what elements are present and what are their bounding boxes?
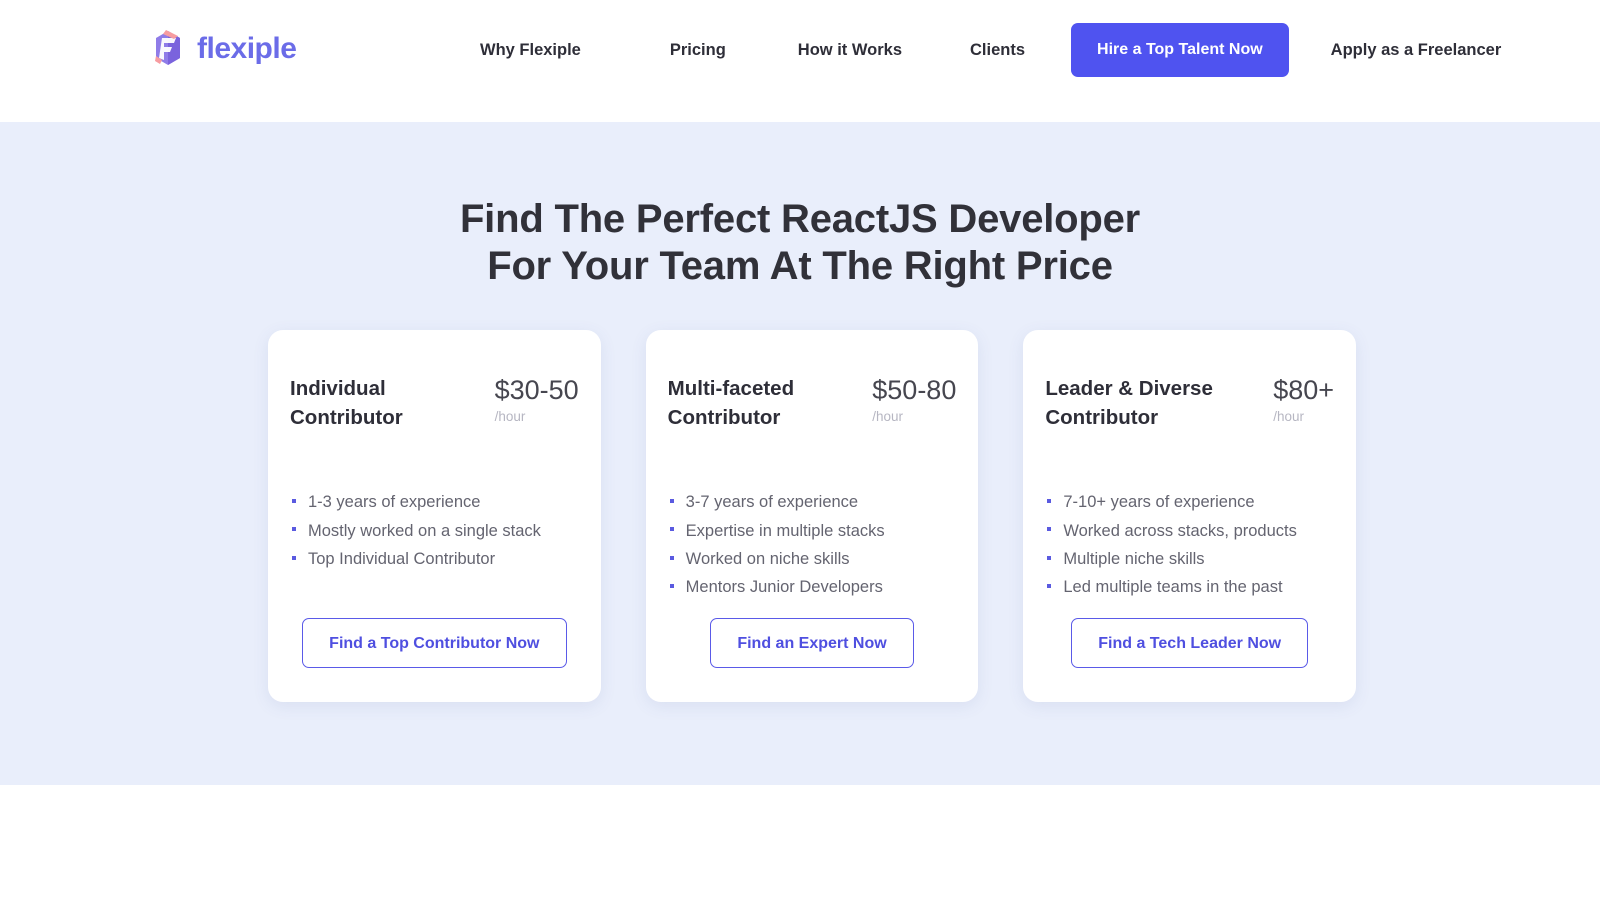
nav-item-how-it-works[interactable]: How it Works [798,41,902,60]
pricing-section: Find The Perfect ReactJS Developer For Y… [0,122,1600,785]
bullet-icon [669,583,674,588]
find-expert-button[interactable]: Find an Expert Now [710,618,914,668]
bullet-icon [1047,555,1052,560]
bullet-icon [1047,498,1052,503]
card-price-unit: /hour [1273,409,1304,424]
card-feature-list: 1-3 years of experience Mostly worked on… [290,488,579,573]
bullet-icon [669,527,674,532]
feature-text: 7-10+ years of experience [1063,493,1255,512]
bullet-icon [669,555,674,560]
flexiple-cube-logo-icon [148,28,188,70]
bullet-icon [292,527,296,532]
card-header: Individual Contributor $30-50 /hour [290,374,579,432]
apply-as-freelancer-link[interactable]: Apply as a Freelancer [1331,41,1502,60]
hire-top-talent-button[interactable]: Hire a Top Talent Now [1071,23,1289,77]
card-price-block: $30-50 /hour [495,374,579,424]
find-tech-leader-button[interactable]: Find a Tech Leader Now [1071,618,1309,668]
feature-text: Top Individual Contributor [308,549,496,568]
page-root: flexiple Why Flexiple Pricing How it Wor… [0,0,1600,900]
main-navigation: Why Flexiple Pricing How it Works Client… [480,22,1501,78]
card-feature-list: 3-7 years of experience Expertise in mul… [668,488,957,602]
list-item: Expertise in multiple stacks [668,517,957,545]
card-price: $30-50 [494,375,579,405]
card-price: $80+ [1273,375,1335,405]
feature-text: Mentors Junior Developers [685,578,883,597]
card-title: Multi-faceted Contributor [667,377,795,430]
pricing-card[interactable]: Individual Contributor $30-50 /hour 1-3 … [268,330,601,702]
card-title: Leader & Diverse Contributor [1045,377,1213,430]
list-item: 1-3 years of experience [290,488,579,516]
page-title: Find The Perfect ReactJS Developer For Y… [0,196,1600,290]
site-header: flexiple Why Flexiple Pricing How it Wor… [0,0,1600,122]
list-item: Worked on niche skills [668,545,957,573]
bullet-icon [292,555,296,560]
feature-text: Worked on niche skills [685,549,850,568]
feature-text: Multiple niche skills [1063,549,1205,568]
card-price: $50-80 [872,375,957,405]
feature-text: 1-3 years of experience [308,493,481,512]
card-header: Leader & Diverse Contributor $80+ /hour [1045,374,1334,432]
list-item: Mentors Junior Developers [668,573,957,601]
nav-item-pricing[interactable]: Pricing [670,41,726,60]
card-price-unit: /hour [494,409,526,424]
list-item: Multiple niche skills [1045,545,1334,573]
list-item: 3-7 years of experience [668,488,957,516]
feature-text: Mostly worked on a single stack [308,521,541,540]
card-header: Multi-faceted Contributor $50-80 /hour [668,374,957,432]
logo-text: flexiple [197,32,297,65]
pricing-card-list: Individual Contributor $30-50 /hour 1-3 … [268,330,1357,702]
list-item: 7-10+ years of experience [1045,488,1334,516]
feature-text: 3-7 years of experience [685,493,859,512]
feature-text: Led multiple teams in the past [1063,578,1283,597]
feature-text: Worked across stacks, products [1063,521,1297,540]
card-action-area: Find an Expert Now [668,618,957,702]
logo[interactable]: flexiple [148,28,297,70]
find-top-contributor-button[interactable]: Find a Top Contributor Now [302,618,567,668]
bullet-icon [669,498,674,503]
card-action-area: Find a Top Contributor Now [290,618,579,702]
list-item: Led multiple teams in the past [1045,573,1334,601]
bullet-icon [292,498,296,503]
card-action-area: Find a Tech Leader Now [1045,618,1334,702]
list-item: Worked across stacks, products [1045,517,1334,545]
pricing-card[interactable]: Leader & Diverse Contributor $80+ /hour … [1023,330,1357,702]
list-item: Mostly worked on a single stack [290,517,579,545]
card-price-block: $80+ /hour [1273,374,1334,424]
list-item: Top Individual Contributor [290,545,579,573]
feature-text: Expertise in multiple stacks [685,521,885,540]
pricing-card[interactable]: Multi-faceted Contributor $50-80 /hour 3… [645,330,979,702]
card-price-block: $50-80 /hour [872,374,956,424]
card-feature-list: 7-10+ years of experience Worked across … [1045,488,1334,602]
nav-item-why-flexiple[interactable]: Why Flexiple [480,41,581,60]
bullet-icon [1047,527,1052,532]
card-price-unit: /hour [872,409,904,424]
heading-line-1: Find The Perfect ReactJS Developer [459,197,1141,241]
heading-line-2: For Your Team At The Right Price [487,243,1113,288]
card-title: Individual Contributor [290,377,403,430]
nav-item-clients[interactable]: Clients [970,41,1025,60]
bullet-icon [1047,583,1052,588]
